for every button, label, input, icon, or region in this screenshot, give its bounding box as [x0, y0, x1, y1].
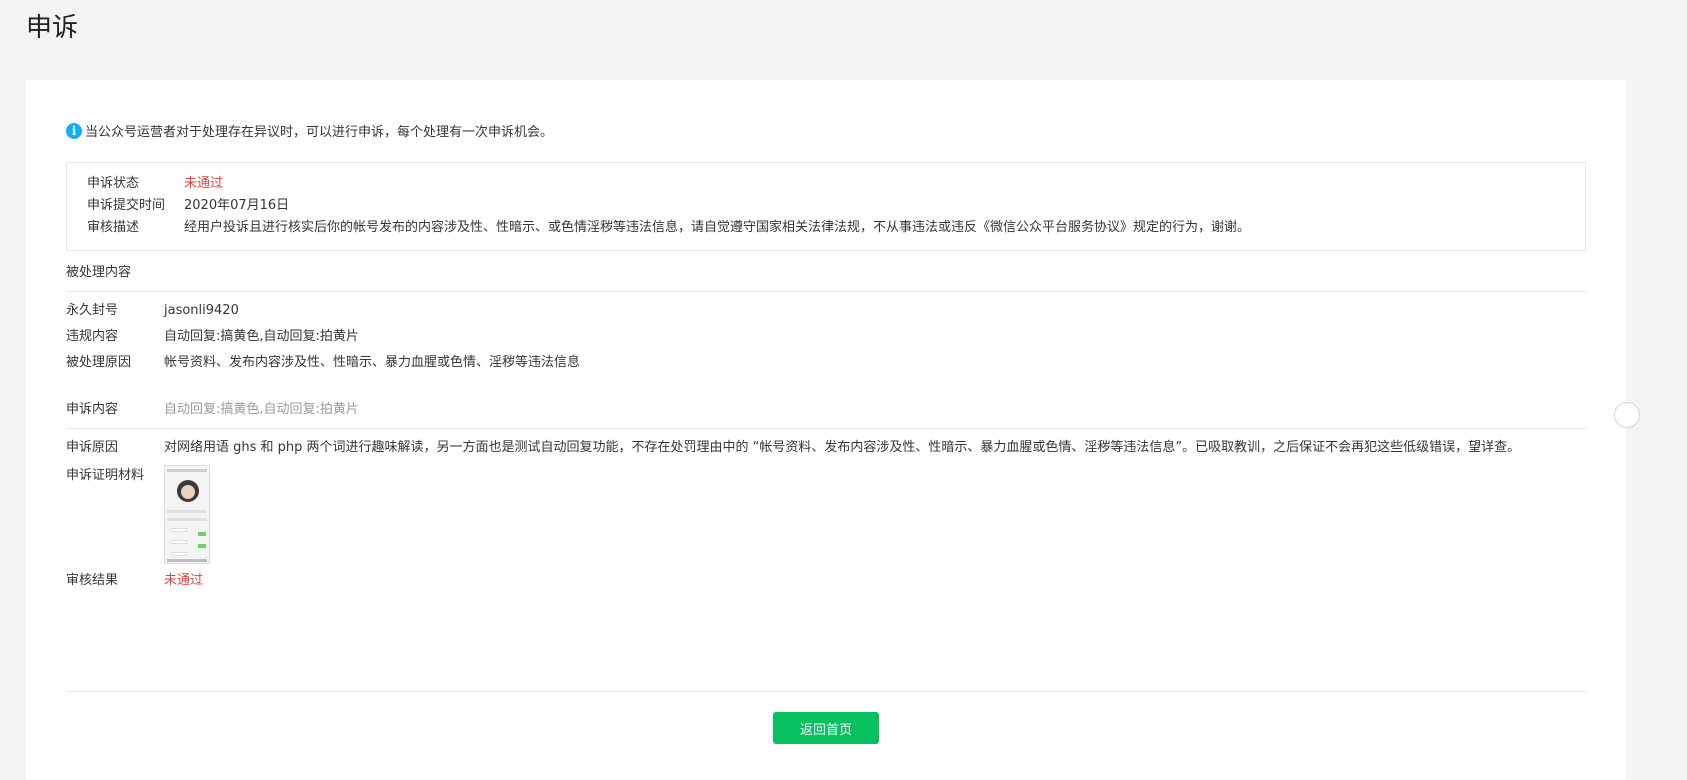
ban-value: jasonli9420 — [164, 303, 239, 318]
submit-time-value: 2020年07月16日 — [184, 198, 290, 213]
appeal-detail-block: 申诉原因 对网络用语 ghs 和 php 两个词进行趣味解读，另一方面也是测试自… — [66, 437, 1586, 592]
ban-label: 永久封号 — [66, 303, 119, 318]
info-icon: i — [66, 122, 82, 139]
review-desc-label: 审核描述 — [87, 220, 140, 235]
processed-section-title: 被处理内容 — [66, 265, 132, 280]
processed-reason-row: 被处理原因 帐号资料、发布内容涉及性、性暗示、暴力血腥或色情、淫秽等违法信息 — [66, 350, 1586, 376]
status-value: 未通过 — [184, 176, 224, 191]
appeal-reason-row: 申诉原因 对网络用语 ghs 和 php 两个词进行趣味解读，另一方面也是测试自… — [66, 437, 1586, 459]
appeal-reason-label: 申诉原因 — [66, 440, 119, 455]
appeal-section-header: 申诉内容 自动回复:搞黄色,自动回复:拍黄片 — [66, 399, 1586, 429]
violation-label: 违规内容 — [66, 329, 119, 344]
review-result-row: 审核结果 未通过 — [66, 570, 1586, 592]
processed-reason-label: 被处理原因 — [66, 355, 132, 370]
appeal-status-box: 申诉状态 未通过 申诉提交时间 2020年07月16日 审核描述 经用户投诉且进… — [66, 162, 1586, 251]
appeal-notice: i 当公众号运营者对于处理存在异议时，可以进行申诉，每个处理有一次申诉机会。 — [66, 121, 553, 140]
processed-reason-value: 帐号资料、发布内容涉及性、性暗示、暴力血腥或色情、淫秽等违法信息 — [164, 355, 581, 370]
processed-content-block: 永久封号 jasonli9420 违规内容 自动回复:搞黄色,自动回复:拍黄片 … — [66, 298, 1586, 376]
appeal-content-label: 申诉内容 — [66, 402, 119, 417]
proof-row: 申诉证明材料 — [66, 465, 1586, 564]
notice-text: 当公众号运营者对于处理存在异议时，可以进行申诉，每个处理有一次申诉机会。 — [85, 125, 554, 140]
appeal-content-value: 自动回复:搞黄色,自动回复:拍黄片 — [164, 402, 359, 417]
processed-section-header: 被处理内容 — [66, 262, 1586, 292]
review-result-label: 审核结果 — [66, 573, 119, 588]
footer-divider — [66, 691, 1586, 692]
violation-row: 违规内容 自动回复:搞黄色,自动回复:拍黄片 — [66, 324, 1586, 350]
back-home-button[interactable]: 返回首页 — [773, 712, 879, 744]
proof-label: 申诉证明材料 — [66, 468, 145, 483]
review-result-value: 未通过 — [164, 573, 204, 588]
review-desc-value: 经用户投诉且进行核实后你的帐号发布的内容涉及性、性暗示、或色情淫秽等违法信息，请… — [184, 220, 1251, 235]
floating-side-button[interactable] — [1614, 402, 1640, 428]
proof-thumbnail[interactable] — [164, 465, 210, 564]
appeal-reason-value: 对网络用语 ghs 和 php 两个词进行趣味解读，另一方面也是测试自动回复功能… — [164, 440, 1521, 455]
status-row: 申诉状态 未通过 — [87, 173, 1585, 195]
submit-time-row: 申诉提交时间 2020年07月16日 — [87, 195, 1585, 217]
submit-time-label: 申诉提交时间 — [87, 198, 166, 213]
ban-row: 永久封号 jasonli9420 — [66, 298, 1586, 324]
page-title: 申诉 — [26, 13, 79, 43]
review-desc-row: 审核描述 经用户投诉且进行核实后你的帐号发布的内容涉及性、性暗示、或色情淫秽等违… — [87, 217, 1585, 239]
violation-value: 自动回复:搞黄色,自动回复:拍黄片 — [164, 329, 359, 344]
appeal-detail-card: i 当公众号运营者对于处理存在异议时，可以进行申诉，每个处理有一次申诉机会。 申… — [26, 80, 1640, 780]
status-label: 申诉状态 — [87, 176, 140, 191]
